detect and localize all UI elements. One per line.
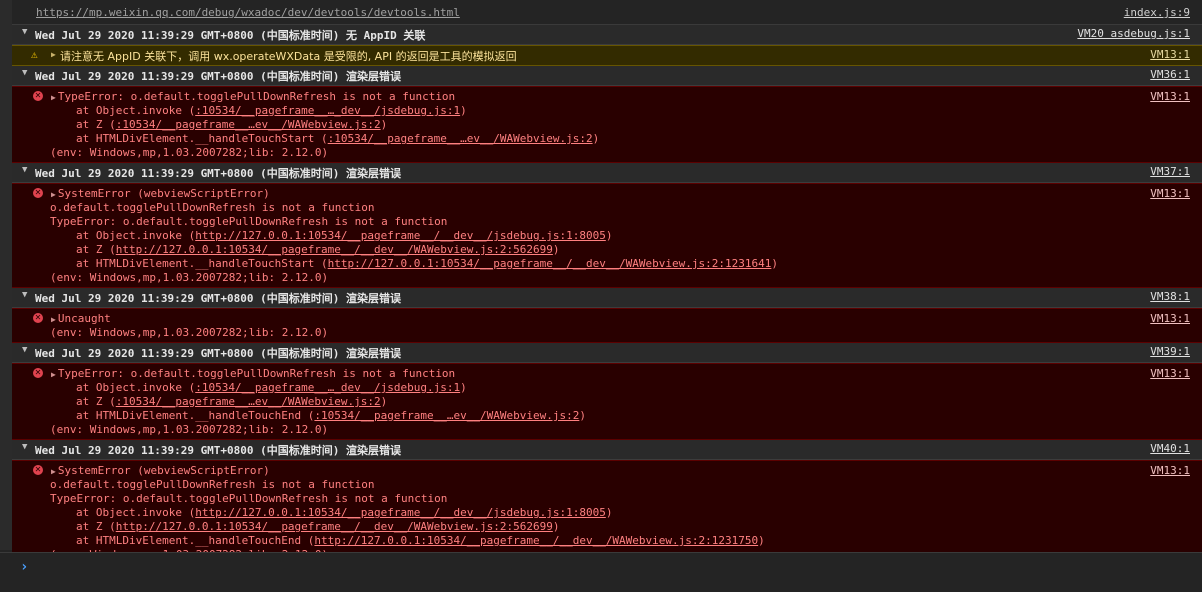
group-title: Wed Jul 29 2020 11:39:29 GMT+0800 (中国标准时… <box>35 167 402 180</box>
error-message: ✕ VM13:1 ▶ TypeError: o.default.togglePul… <box>12 363 1202 440</box>
source-link[interactable]: VM36:1 <box>1150 68 1190 81</box>
stack-link[interactable]: :10534/__pageframe__…ev__/WAWebview.js:2 <box>314 409 579 422</box>
error-head[interactable]: ▶ TypeError: o.default.togglePullDownRefr… <box>12 367 1202 381</box>
devtools-doc-link[interactable]: https://mp.weixin.qq.com/debug/wxadoc/de… <box>36 6 460 19</box>
stack-frame: at Z (http://127.0.0.1:10534/__pageframe… <box>76 520 560 533</box>
source-link[interactable]: index.js:9 <box>1124 6 1190 19</box>
console-group-header[interactable]: ▼ Wed Jul 29 2020 11:39:29 GMT+0800 (中国标… <box>12 163 1202 183</box>
group-title: Wed Jul 29 2020 11:39:29 GMT+0800 (中国标准时… <box>35 292 402 305</box>
error-head[interactable]: ▶ TypeError: o.default.togglePullDownRefr… <box>12 90 1202 104</box>
stack-link[interactable]: http://127.0.0.1:10534/__pageframe__/__d… <box>116 520 553 533</box>
stack-frame: at Object.invoke (http://127.0.0.1:10534… <box>76 229 613 242</box>
warning-icon: ⚠ <box>31 48 38 61</box>
collapse-icon[interactable]: ▼ <box>22 27 27 37</box>
stack-frame: at HTMLDivElement.__handleTouchEnd (:105… <box>76 409 586 422</box>
stack-frame: at Object.invoke (:10534/__pageframe__…_… <box>76 104 467 117</box>
source-link[interactable]: VM37:1 <box>1150 165 1190 178</box>
group-title: Wed Jul 29 2020 11:39:29 GMT+0800 (中国标准时… <box>35 29 426 42</box>
stack-frame: at Object.invoke (:10534/__pageframe__…_… <box>76 381 467 394</box>
stack-link[interactable]: http://127.0.0.1:10534/__pageframe__/__d… <box>314 534 758 547</box>
group-title: Wed Jul 29 2020 11:39:29 GMT+0800 (中国标准时… <box>35 70 402 83</box>
source-link[interactable]: VM13:1 <box>1150 48 1190 61</box>
env-info: (env: Windows,mp,1.03.2007282;lib: 2.12.… <box>50 271 329 284</box>
env-info: (env: Windows,mp,1.03.2007282;lib: 2.12.… <box>50 423 329 436</box>
collapse-icon[interactable]: ▼ <box>22 442 27 452</box>
error-line: TypeError: o.default.togglePullDownRefre… <box>50 492 448 505</box>
console-panel: https://mp.weixin.qq.com/debug/wxadoc/de… <box>0 0 1202 592</box>
stack-link[interactable]: :10534/__pageframe__…ev__/WAWebview.js:2 <box>116 118 381 131</box>
group-title: Wed Jul 29 2020 11:39:29 GMT+0800 (中国标准时… <box>35 444 402 457</box>
env-info: (env: Windows,mp,1.03.2007282;lib: 2.12.… <box>50 326 329 339</box>
expand-icon[interactable]: ▶ <box>51 467 56 476</box>
source-link[interactable]: VM40:1 <box>1150 442 1190 455</box>
error-message: ✕ VM13:1 ▶ SystemError (webviewScriptErro… <box>12 460 1202 565</box>
console-gutter <box>0 0 12 550</box>
group-title: Wed Jul 29 2020 11:39:29 GMT+0800 (中国标准时… <box>35 347 402 360</box>
source-link[interactable]: VM20 asdebug.js:1 <box>1077 27 1190 40</box>
console-group-header[interactable]: ▼ Wed Jul 29 2020 11:39:29 GMT+0800 (中国标… <box>12 66 1202 86</box>
stack-link[interactable]: http://127.0.0.1:10534/__pageframe__/__d… <box>195 229 606 242</box>
console-prompt[interactable]: › <box>0 552 1202 592</box>
stack-frame: at Object.invoke (http://127.0.0.1:10534… <box>76 506 613 519</box>
error-line: o.default.togglePullDownRefresh is not a… <box>50 478 375 491</box>
error-line: TypeError: o.default.togglePullDownRefre… <box>50 215 448 228</box>
stack-frame: at HTMLDivElement.__handleTouchEnd (http… <box>76 534 765 547</box>
stack-frame: at Z (http://127.0.0.1:10534/__pageframe… <box>76 243 560 256</box>
stack-link[interactable]: :10534/__pageframe__…_dev__/jsdebug.js:1 <box>195 381 460 394</box>
error-text: TypeError: o.default.togglePullDownRefre… <box>57 367 456 380</box>
console-group-header[interactable]: ▼ Wed Jul 29 2020 11:39:29 GMT+0800 (中国标… <box>12 440 1202 460</box>
collapse-icon[interactable]: ▼ <box>22 68 27 78</box>
error-text: SystemError (webviewScriptError) <box>57 187 270 200</box>
error-head[interactable]: ▶ SystemError (webviewScriptError) <box>12 464 1202 478</box>
error-message: ✕ VM13:1 ▶ Uncaught (env: Windows,mp,1.03… <box>12 308 1202 343</box>
error-message: ✕ VM13:1 ▶ TypeError: o.default.togglePul… <box>12 86 1202 163</box>
env-info: (env: Windows,mp,1.03.2007282;lib: 2.12.… <box>50 146 329 159</box>
stack-link[interactable]: :10534/__pageframe__…ev__/WAWebview.js:2 <box>328 132 593 145</box>
stack-frame: at Z (:10534/__pageframe__…ev__/WAWebvie… <box>76 118 388 131</box>
warning-text: 请注意无 AppID 关联下，调用 wx.operateWXData 是受限的,… <box>60 50 517 63</box>
console-group-header[interactable]: ▼ Wed Jul 29 2020 11:39:29 GMT+0800 (中国标… <box>12 25 1202 45</box>
expand-icon[interactable]: ▶ <box>51 93 56 102</box>
error-line: o.default.togglePullDownRefresh is not a… <box>50 201 375 214</box>
collapse-icon[interactable]: ▼ <box>22 345 27 355</box>
expand-icon[interactable]: ▶ <box>51 50 56 59</box>
stack-link[interactable]: :10534/__pageframe__…ev__/WAWebview.js:2 <box>116 395 381 408</box>
stack-link[interactable]: http://127.0.0.1:10534/__pageframe__/__d… <box>116 243 553 256</box>
expand-icon[interactable]: ▶ <box>51 370 56 379</box>
stack-link[interactable]: http://127.0.0.1:10534/__pageframe__/__d… <box>195 506 606 519</box>
error-message: ✕ VM13:1 ▶ SystemError (webviewScriptErro… <box>12 183 1202 288</box>
stack-frame: at HTMLDivElement.__handleTouchStart (:1… <box>76 132 600 145</box>
error-text: TypeError: o.default.togglePullDownRefre… <box>57 90 456 103</box>
warning-message: ⚠ ▶ 请注意无 AppID 关联下，调用 wx.operateWXData 是… <box>12 45 1202 66</box>
stack-frame: at Z (:10534/__pageframe__…ev__/WAWebvie… <box>76 395 388 408</box>
error-head[interactable]: ▶ Uncaught <box>12 312 1202 326</box>
console-group-header[interactable]: ▼ Wed Jul 29 2020 11:39:29 GMT+0800 (中国标… <box>12 288 1202 308</box>
error-head[interactable]: ▶ SystemError (webviewScriptError) <box>12 187 1202 201</box>
console-message-url: https://mp.weixin.qq.com/debug/wxadoc/de… <box>12 0 1202 25</box>
error-text: SystemError (webviewScriptError) <box>57 464 270 477</box>
error-text: Uncaught <box>57 312 111 325</box>
collapse-icon[interactable]: ▼ <box>22 165 27 175</box>
source-link[interactable]: VM39:1 <box>1150 345 1190 358</box>
source-link[interactable]: VM38:1 <box>1150 290 1190 303</box>
expand-icon[interactable]: ▶ <box>51 190 56 199</box>
expand-icon[interactable]: ▶ <box>51 315 56 324</box>
console-log: https://mp.weixin.qq.com/debug/wxadoc/de… <box>12 0 1202 565</box>
stack-frame: at HTMLDivElement.__handleTouchStart (ht… <box>76 257 779 270</box>
console-group-header[interactable]: ▼ Wed Jul 29 2020 11:39:29 GMT+0800 (中国标… <box>12 343 1202 363</box>
collapse-icon[interactable]: ▼ <box>22 290 27 300</box>
stack-link[interactable]: :10534/__pageframe__…_dev__/jsdebug.js:1 <box>195 104 460 117</box>
prompt-caret-icon: › <box>20 559 29 575</box>
stack-link[interactable]: http://127.0.0.1:10534/__pageframe__/__d… <box>328 257 772 270</box>
